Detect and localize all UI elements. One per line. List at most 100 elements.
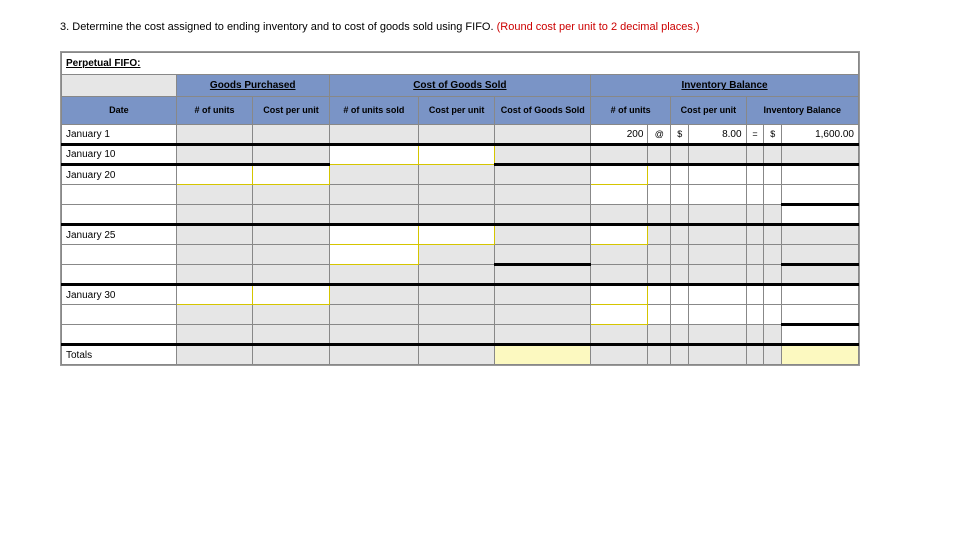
cell[interactable]	[176, 265, 252, 285]
cell[interactable]	[495, 245, 591, 265]
jan1-inv-cost[interactable]: 8.00	[689, 125, 746, 145]
cell[interactable]	[782, 305, 859, 325]
input-cell[interactable]	[253, 285, 329, 305]
cell[interactable]	[253, 125, 329, 145]
cell[interactable]	[253, 205, 329, 225]
input-cell[interactable]	[591, 285, 648, 305]
cell[interactable]	[329, 125, 418, 145]
input-cell[interactable]	[591, 305, 648, 325]
cell[interactable]	[176, 125, 252, 145]
cell[interactable]	[782, 285, 859, 305]
input-cell[interactable]	[253, 165, 329, 185]
cell[interactable]	[418, 185, 494, 205]
cell[interactable]	[329, 185, 418, 205]
cell[interactable]	[495, 145, 591, 165]
cell[interactable]	[329, 305, 418, 325]
cell[interactable]	[782, 165, 859, 185]
cell[interactable]	[689, 305, 746, 325]
cell[interactable]	[495, 125, 591, 145]
cell[interactable]	[591, 325, 648, 345]
input-cell[interactable]	[329, 245, 418, 265]
cell[interactable]	[495, 305, 591, 325]
cell[interactable]	[495, 325, 591, 345]
cell[interactable]	[329, 345, 418, 365]
cell[interactable]	[176, 325, 252, 345]
cell[interactable]	[418, 125, 494, 145]
cell[interactable]	[176, 245, 252, 265]
cell[interactable]	[176, 345, 252, 365]
cell[interactable]	[176, 305, 252, 325]
cell[interactable]	[782, 185, 859, 205]
cell[interactable]	[329, 325, 418, 345]
cell[interactable]	[495, 225, 591, 245]
cell[interactable]	[782, 205, 859, 225]
input-cell[interactable]	[418, 225, 494, 245]
cell[interactable]	[689, 265, 746, 285]
cell[interactable]	[253, 325, 329, 345]
input-cell[interactable]	[176, 165, 252, 185]
cell[interactable]	[591, 245, 648, 265]
cell[interactable]	[495, 265, 591, 285]
cell[interactable]	[591, 185, 648, 205]
input-cell[interactable]	[418, 145, 494, 165]
cell[interactable]	[329, 285, 418, 305]
cell[interactable]	[253, 245, 329, 265]
cell[interactable]	[689, 185, 746, 205]
cell[interactable]	[418, 325, 494, 345]
cell[interactable]	[253, 345, 329, 365]
cell[interactable]	[689, 225, 746, 245]
cell[interactable]	[329, 165, 418, 185]
input-cell[interactable]	[329, 225, 418, 245]
cell[interactable]	[418, 305, 494, 325]
cell[interactable]	[495, 205, 591, 225]
cell	[648, 185, 671, 205]
cell[interactable]	[418, 265, 494, 285]
cell[interactable]	[591, 145, 648, 165]
jan1-inv-balance[interactable]: 1,600.00	[782, 125, 859, 145]
cell[interactable]	[495, 285, 591, 305]
cell[interactable]	[253, 265, 329, 285]
input-cell[interactable]	[329, 145, 418, 165]
cell[interactable]	[782, 325, 859, 345]
cell[interactable]	[689, 285, 746, 305]
cell	[746, 205, 764, 225]
cell[interactable]	[176, 205, 252, 225]
cell[interactable]	[329, 265, 418, 285]
cell[interactable]	[689, 325, 746, 345]
cell[interactable]	[253, 225, 329, 245]
cell[interactable]	[782, 145, 859, 165]
cell[interactable]	[689, 145, 746, 165]
cell[interactable]	[253, 305, 329, 325]
cell[interactable]	[176, 145, 252, 165]
cell[interactable]	[329, 205, 418, 225]
cell[interactable]	[418, 165, 494, 185]
cell[interactable]	[591, 345, 648, 365]
cell[interactable]	[495, 165, 591, 185]
input-cell[interactable]	[591, 225, 648, 245]
cell[interactable]	[689, 345, 746, 365]
cell[interactable]	[418, 285, 494, 305]
cell[interactable]	[591, 205, 648, 225]
totals-inventory[interactable]	[782, 345, 859, 365]
cell[interactable]	[591, 265, 648, 285]
cell	[671, 245, 689, 265]
cell[interactable]	[253, 185, 329, 205]
cell[interactable]	[176, 185, 252, 205]
cell[interactable]	[418, 245, 494, 265]
cell[interactable]	[689, 165, 746, 185]
cell[interactable]	[689, 205, 746, 225]
cell[interactable]	[176, 225, 252, 245]
jan1-inv-units[interactable]: 200	[591, 125, 648, 145]
cell[interactable]	[782, 225, 859, 245]
cell[interactable]	[418, 345, 494, 365]
cell[interactable]	[495, 185, 591, 205]
cell[interactable]	[782, 265, 859, 285]
cell[interactable]	[253, 145, 329, 165]
cell[interactable]	[782, 245, 859, 265]
cell[interactable]	[689, 245, 746, 265]
totals-cogs[interactable]	[495, 345, 591, 365]
cell[interactable]	[418, 205, 494, 225]
cell	[648, 205, 671, 225]
input-cell[interactable]	[176, 285, 252, 305]
input-cell[interactable]	[591, 165, 648, 185]
